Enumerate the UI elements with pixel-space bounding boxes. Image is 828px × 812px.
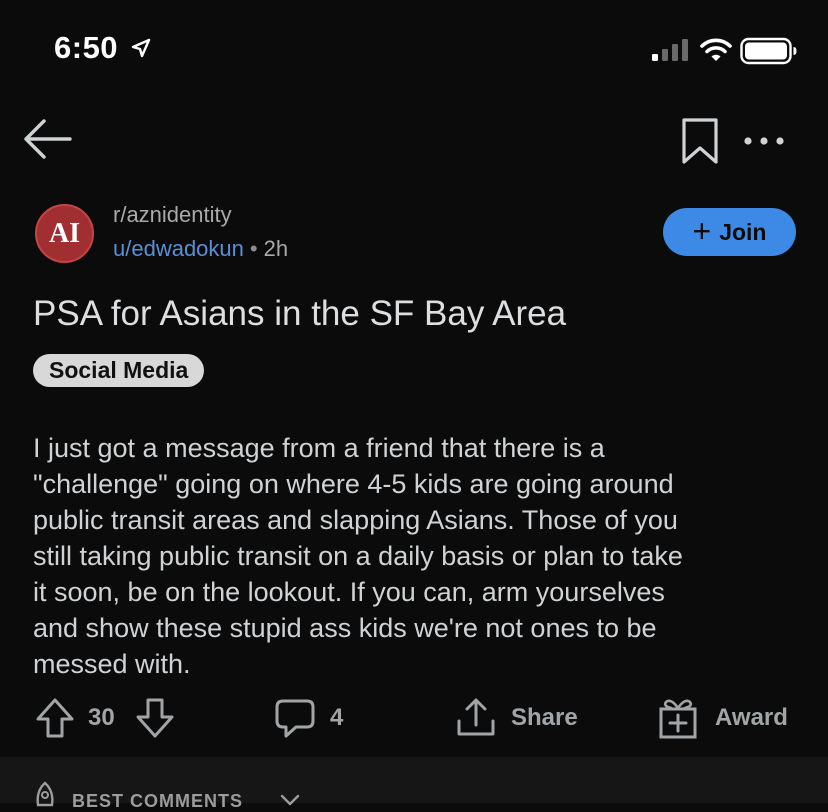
share-icon xyxy=(457,698,495,736)
post-header: AI r/aznidentity u/edwadokun • 2h + Join xyxy=(0,198,828,278)
location-arrow-icon xyxy=(131,38,151,58)
subreddit-link[interactable]: r/aznidentity xyxy=(113,202,232,228)
comments-sort-label[interactable]: BEST COMMENTS xyxy=(72,791,243,812)
rocket-icon xyxy=(36,781,54,807)
post-action-bar: 30 4 Share Award xyxy=(0,690,828,750)
subreddit-avatar[interactable]: AI xyxy=(35,204,94,263)
status-bar: 6:50 xyxy=(0,0,828,100)
post-nav-bar xyxy=(0,100,828,190)
join-button[interactable]: + Join xyxy=(663,208,796,256)
post-age: 2h xyxy=(263,236,289,261)
comments-button[interactable] xyxy=(274,690,316,746)
wifi-icon xyxy=(700,38,732,61)
downvote-icon xyxy=(136,698,174,738)
post-body-line: still taking public transit on a daily b… xyxy=(33,541,683,571)
comment-icon xyxy=(275,699,315,738)
status-time: 6:50 xyxy=(54,30,119,65)
share-label[interactable]: Share xyxy=(511,690,578,746)
gift-icon xyxy=(659,699,697,739)
chevron-down-icon xyxy=(280,794,300,806)
post-body: I just got a message from a friend that … xyxy=(33,430,798,682)
post-body-line: messed with. xyxy=(33,649,191,679)
signal-icon xyxy=(652,39,688,61)
post-body-line: "challenge" going on where 4-5 kids are … xyxy=(33,469,674,499)
post-title: PSA for Asians in the SF Bay Area xyxy=(33,294,567,333)
post-flair[interactable]: Social Media xyxy=(33,354,205,387)
downvote-button[interactable] xyxy=(135,690,175,746)
separator-dot: • xyxy=(249,236,258,261)
author-line: u/edwadokun • 2h xyxy=(113,236,288,262)
join-button-label: Join xyxy=(719,218,767,245)
upvote-icon xyxy=(36,698,74,738)
back-arrow-icon[interactable] xyxy=(20,114,76,164)
author-link[interactable]: u/edwadokun xyxy=(113,236,244,261)
battery-icon xyxy=(740,37,797,65)
vote-count: 30 xyxy=(88,704,115,731)
post-body-line: and show these stupid ass kids we're not… xyxy=(33,613,657,643)
plus-icon: + xyxy=(692,212,712,249)
post-body-line: public transit areas and slapping Asians… xyxy=(33,505,678,535)
post-body-line: it soon, be on the lookout. If you can, … xyxy=(33,577,665,607)
comments-sort-bar[interactable]: BEST COMMENTS xyxy=(0,757,828,811)
post-body-line: I just got a message from a friend that … xyxy=(33,433,605,463)
bookmark-icon[interactable] xyxy=(680,116,720,166)
award-button[interactable] xyxy=(657,690,699,746)
upvote-button[interactable] xyxy=(35,690,75,746)
share-button[interactable] xyxy=(455,690,497,746)
more-options-icon[interactable] xyxy=(742,126,786,156)
comment-count: 4 xyxy=(330,704,344,731)
award-label[interactable]: Award xyxy=(715,690,788,746)
